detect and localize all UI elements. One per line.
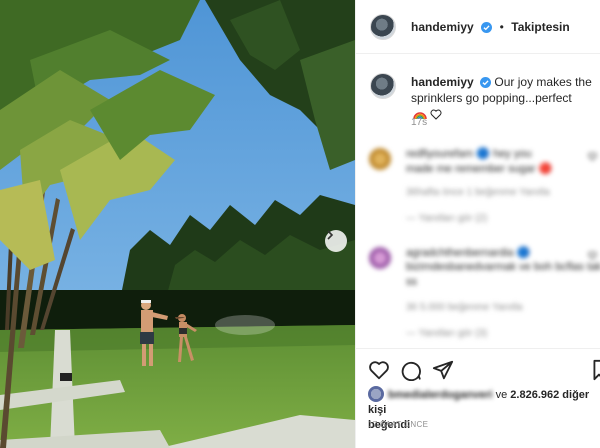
post-photo [0, 0, 355, 448]
likes-connector: ve [495, 389, 508, 401]
post-side-panel: handemiyy • Takiptesin handemiyy Our joy… [355, 0, 600, 448]
post-caption: handemiyy Our joy makes the sprinklers g… [411, 74, 596, 124]
caption-time: 17s [411, 117, 428, 128]
comment-like-icon[interactable] [588, 251, 597, 260]
view-replies-link[interactable]: — Yanıtları gör (2) [406, 213, 487, 224]
post-action-bar [356, 348, 600, 388]
share-paper-plane-icon[interactable] [432, 359, 454, 381]
comment-text-line: made me remember sugar 🔴 [406, 163, 553, 175]
caption-username[interactable]: handemiyy [411, 75, 474, 89]
comment-like-icon[interactable] [588, 152, 597, 161]
caption-author-avatar[interactable] [370, 73, 396, 99]
posted-timestamp: 17 SAAT ÖNCE [368, 420, 429, 429]
liker-avatar [368, 386, 384, 402]
comment-avatar[interactable] [369, 247, 391, 269]
bookmark-icon[interactable] [592, 359, 600, 381]
verified-badge-icon [480, 77, 492, 88]
comment-avatar[interactable] [369, 148, 391, 170]
separator-dot: • [499, 20, 504, 34]
like-heart-icon[interactable] [368, 359, 390, 381]
photo-scene [0, 0, 355, 448]
comment-text-line: redfiyourefam 🔵 hey you [406, 148, 532, 160]
header-line: handemiyy • Takiptesin [411, 18, 570, 36]
follow-status-button[interactable]: Takiptesin [511, 20, 569, 34]
comment-icon[interactable] [400, 359, 422, 381]
comment-text-line: agradchthenbernardia 🔵 [406, 247, 531, 259]
author-username[interactable]: handemiyy [411, 20, 474, 34]
view-replies-link[interactable]: — Yanıtları gör (3) [406, 328, 487, 339]
author-avatar[interactable] [370, 14, 396, 40]
comment-text-line: bizimdesbanedvarmak ve boh bcflas tak [406, 261, 600, 273]
verified-badge-icon [481, 22, 493, 33]
liker-username[interactable]: bmedialerdoganveri [388, 389, 493, 401]
comment-text-line: ss [406, 276, 417, 288]
chevron-right-icon [327, 230, 334, 240]
carousel-next-button[interactable] [325, 230, 347, 252]
comment-meta[interactable]: 36 5.000 beğenme Yanıtla [406, 302, 522, 313]
comment-item: agradchthenbernardia 🔵 bizimdesbanedvarm… [356, 244, 600, 344]
post-header: handemiyy • Takiptesin [356, 0, 600, 54]
comment-meta[interactable]: 36hafta önce 1 beğenme Yanıtla [406, 187, 550, 198]
comment-item: redfiyourefam 🔵 hey you made me remember… [356, 145, 600, 235]
heart-outline-icon [430, 109, 442, 120]
likes-count[interactable]: 2.826.962 [510, 389, 559, 401]
